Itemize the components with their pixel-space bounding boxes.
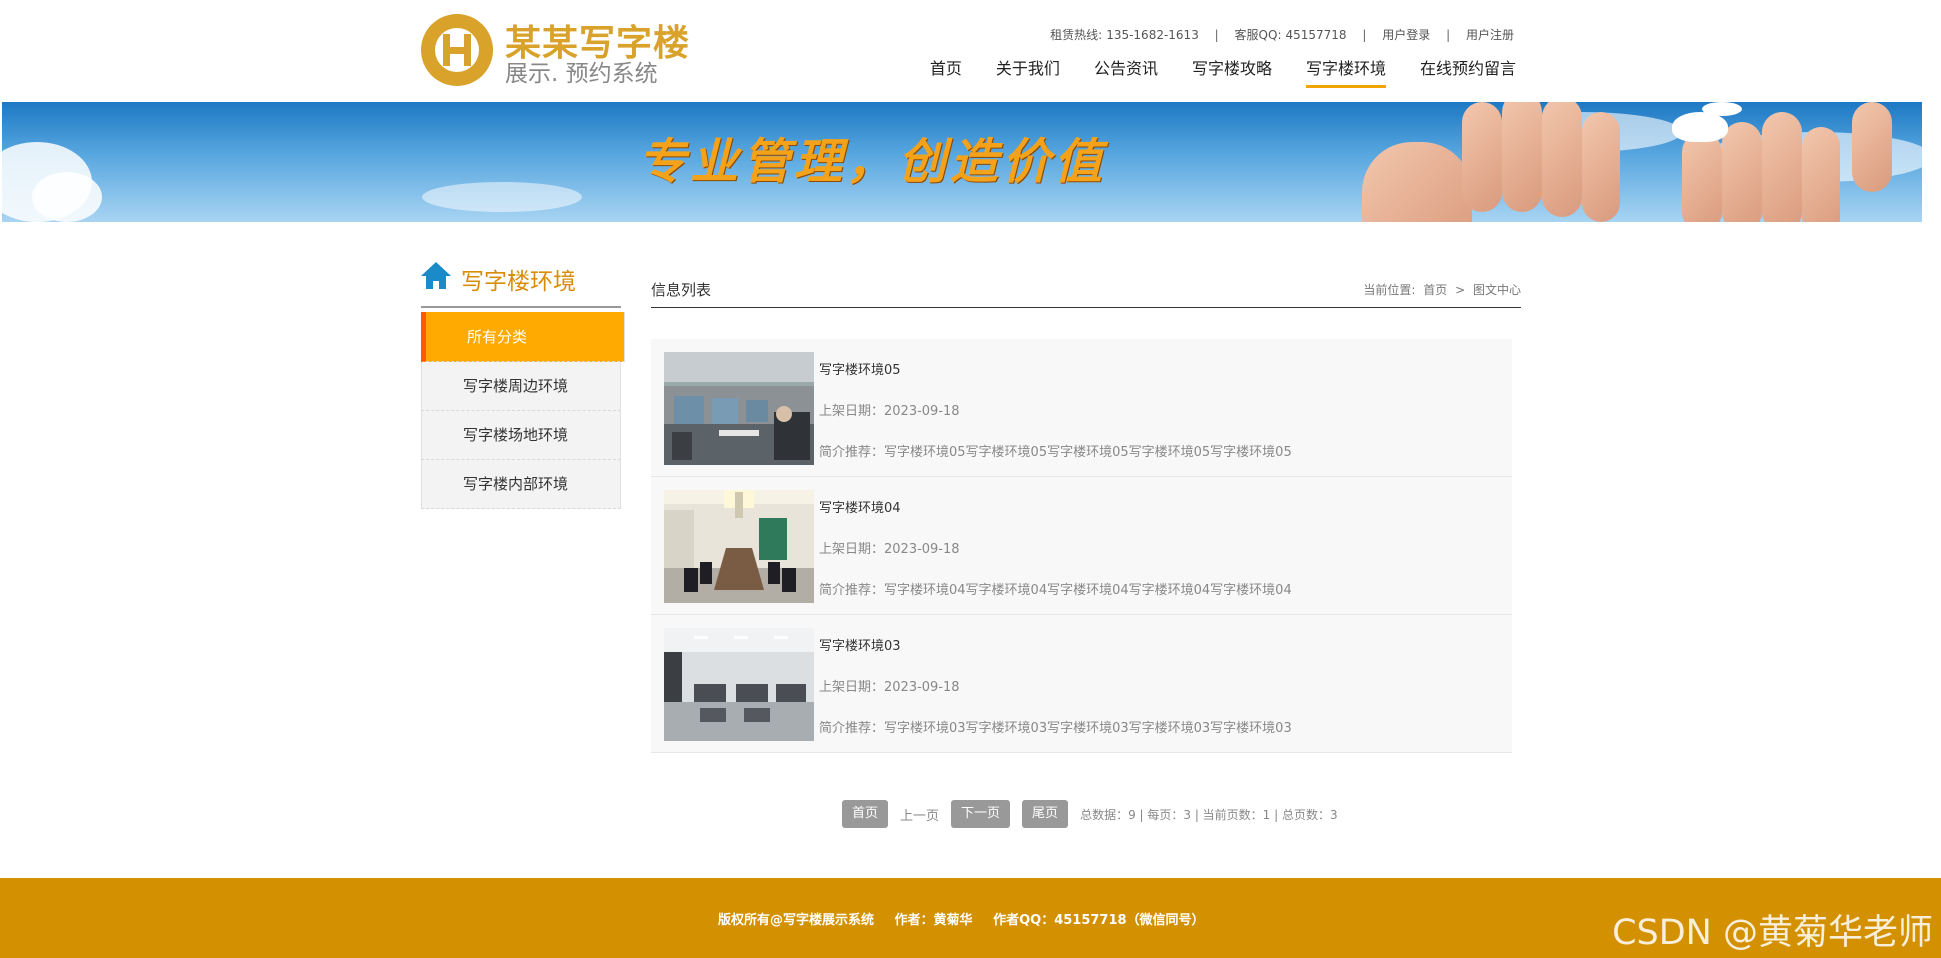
item-thumbnail[interactable] — [664, 490, 814, 603]
list-title: 信息列表 — [651, 281, 712, 299]
pagination-stats: 总数据：9 | 每页：3 | 当前页数：1 | 总页数：3 — [1080, 807, 1338, 822]
nav-guide[interactable]: 写字楼攻略 — [1192, 55, 1272, 88]
pagination: 首页 上一页 下一页 尾页 总数据：9 | 每页：3 | 当前页数：1 | 总页… — [842, 800, 1338, 828]
logo-mark-icon — [421, 14, 493, 86]
nav-booking[interactable]: 在线预约留言 — [1420, 55, 1516, 88]
footer-author: 作者：黄菊华 — [894, 913, 973, 928]
last-page-button[interactable]: 尾页 — [1022, 800, 1069, 828]
breadcrumb-home[interactable]: 首页 — [1423, 283, 1447, 297]
qq-number: 45157718 — [1285, 28, 1347, 42]
item-description: 简介推荐：写字楼环境05写字楼环境05写字楼环境05写字楼环境05写字楼环境05 — [819, 445, 1292, 460]
item-title[interactable]: 写字楼环境04 — [819, 497, 901, 516]
register-link[interactable]: 用户注册 — [1466, 28, 1514, 42]
breadcrumb-separator: > — [1455, 283, 1466, 297]
sidebar-title-text: 写字楼环境 — [461, 269, 576, 295]
breadcrumb-label: 当前位置: — [1363, 283, 1416, 297]
sidebar-category-list: 所有分类 写字楼周边环境 写字楼场地环境 写字楼内部环境 — [421, 312, 625, 509]
nav-about[interactable]: 关于我们 — [996, 55, 1060, 88]
sidebar-item-all[interactable]: 所有分类 — [421, 312, 625, 362]
footer-info: 版权所有@写字楼展示系统 作者：黄菊华 作者QQ：45157718（微信同号） — [718, 909, 1221, 928]
item-thumbnail[interactable] — [664, 352, 814, 465]
main-nav: 首页 关于我们 公告资讯 写字楼攻略 写字楼环境 在线预约留言 — [896, 55, 1516, 88]
hands-illustration — [1162, 102, 1922, 222]
nav-environment[interactable]: 写字楼环境 — [1305, 55, 1386, 88]
info-list: 写字楼环境05 上架日期：2023-09-18 简介推荐：写字楼环境05写字楼环… — [651, 339, 1512, 753]
login-link[interactable]: 用户登录 — [1382, 28, 1430, 42]
sidebar-item-venue[interactable]: 写字楼场地环境 — [421, 411, 621, 460]
qq-label: 客服QQ: — [1234, 28, 1282, 42]
nav-home[interactable]: 首页 — [930, 55, 962, 88]
next-page-button[interactable]: 下一页 — [951, 800, 1011, 828]
prev-page-link[interactable]: 上一页 — [900, 805, 939, 824]
list-item[interactable]: 写字楼环境05 上架日期：2023-09-18 简介推荐：写字楼环境05写字楼环… — [651, 339, 1512, 477]
item-date: 上架日期：2023-09-18 — [819, 404, 960, 419]
item-date: 上架日期：2023-09-18 — [819, 680, 960, 695]
footer-copyright: 版权所有@写字楼展示系统 — [718, 913, 875, 928]
list-header: 信息列表 当前位置: 首页 > 图文中心 — [651, 277, 1521, 308]
hotline-number: 135-1682-1613 — [1106, 28, 1199, 42]
breadcrumb-current[interactable]: 图文中心 — [1473, 283, 1521, 297]
sidebar-title: 写字楼环境 — [421, 262, 621, 308]
list-item[interactable]: 写字楼环境03 上架日期：2023-09-18 简介推荐：写字楼环境03写字楼环… — [651, 615, 1512, 753]
site-logo[interactable]: 某某写字楼 展示. 预约系统 — [421, 14, 701, 87]
site-footer: 版权所有@写字楼展示系统 作者：黄菊华 作者QQ：45157718（微信同号） … — [0, 878, 1941, 958]
divider: | — [1446, 28, 1451, 42]
home-icon — [421, 262, 451, 290]
first-page-button[interactable]: 首页 — [842, 800, 889, 828]
item-date: 上架日期：2023-09-18 — [819, 542, 960, 557]
banner-slogan: 专业管理，创造价值 — [638, 134, 1107, 190]
hero-banner: 专业管理，创造价值 — [2, 102, 1922, 222]
logo-subtitle: 展示. 预约系统 — [505, 61, 658, 87]
divider: | — [1214, 28, 1219, 42]
item-title[interactable]: 写字楼环境03 — [819, 635, 901, 654]
list-item[interactable]: 写字楼环境04 上架日期：2023-09-18 简介推荐：写字楼环境04写字楼环… — [651, 477, 1512, 615]
watermark: CSDN @黄菊华老师 — [1612, 913, 1933, 953]
hotline-label: 租赁热线: — [1050, 28, 1103, 42]
item-description: 简介推荐：写字楼环境04写字楼环境04写字楼环境04写字楼环境04写字楼环境04 — [819, 583, 1292, 598]
top-info-bar: 租赁热线: 135-1682-1613 | 客服QQ: 45157718 | 用户登… — [1048, 26, 1516, 43]
nav-news[interactable]: 公告资讯 — [1094, 55, 1158, 88]
sidebar-item-interior[interactable]: 写字楼内部环境 — [421, 460, 621, 509]
footer-author-qq: 作者QQ：45157718（微信同号） — [993, 913, 1205, 928]
item-description: 简介推荐：写字楼环境03写字楼环境03写字楼环境03写字楼环境03写字楼环境03 — [819, 721, 1292, 736]
site-header: 某某写字楼 展示. 预约系统 租赁热线: 135-1682-1613 | 客服QQ… — [0, 0, 1941, 102]
breadcrumb: 当前位置: 首页 > 图文中心 — [1359, 281, 1521, 298]
dove-icon — [1672, 112, 1728, 142]
item-thumbnail[interactable] — [664, 628, 814, 741]
item-title[interactable]: 写字楼环境05 — [819, 359, 901, 378]
divider: | — [1362, 28, 1367, 42]
sidebar-item-surroundings[interactable]: 写字楼周边环境 — [421, 362, 621, 411]
